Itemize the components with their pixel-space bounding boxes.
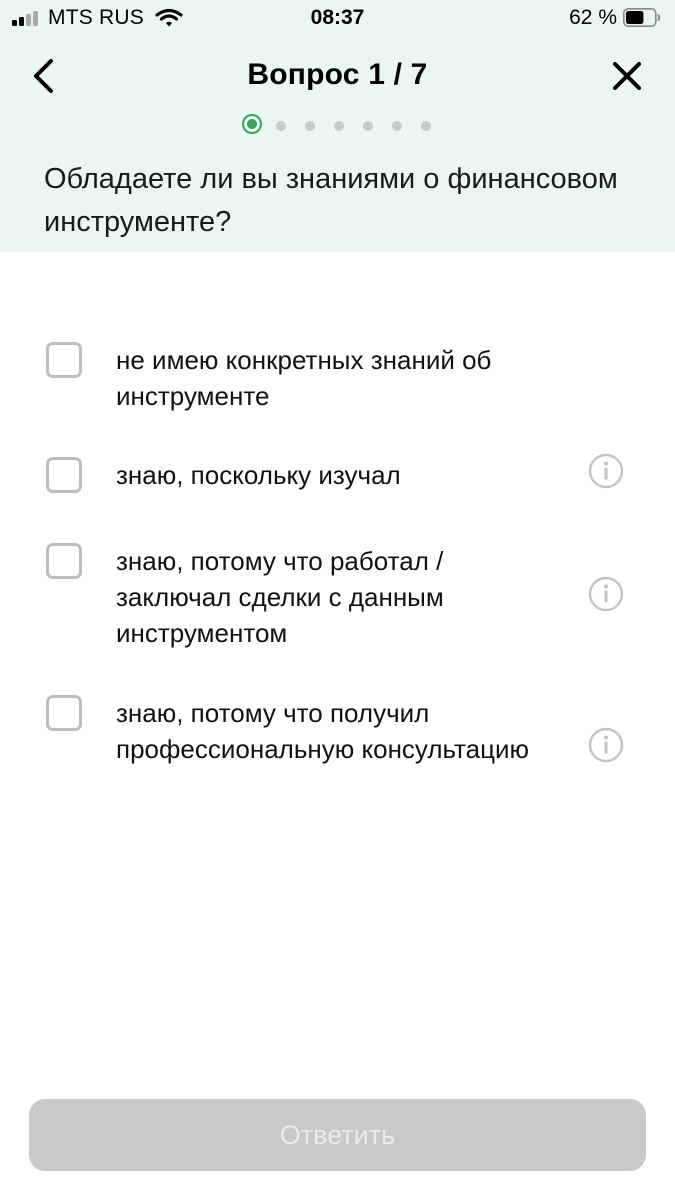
- progress-dot: [305, 121, 315, 131]
- info-icon[interactable]: [588, 576, 624, 612]
- option-label: знаю, потому что получил профессиональну…: [116, 698, 530, 764]
- close-icon[interactable]: [605, 54, 649, 98]
- status-bar: MTS RUS 08:37 62 %: [0, 0, 675, 38]
- progress-dot: [421, 121, 431, 131]
- info-icon[interactable]: [588, 727, 624, 763]
- page-title: Вопрос 1 / 7: [247, 58, 428, 91]
- submit-answer-button[interactable]: Ответить: [29, 1099, 646, 1171]
- progress-dot: [334, 121, 344, 131]
- info-icon[interactable]: [588, 453, 624, 489]
- option-label: знаю, потому что работал / заключал сдел…: [116, 546, 444, 648]
- question-text: Обладаете ли вы знаниями о финансовом ин…: [44, 163, 618, 238]
- progress-dot: [363, 121, 373, 131]
- option-label: не имею конкретных знаний об инструменте: [116, 345, 492, 411]
- option-checkbox[interactable]: [46, 695, 82, 731]
- progress-dot: [276, 121, 286, 131]
- option-checkbox[interactable]: [46, 457, 82, 493]
- option-checkbox[interactable]: [46, 342, 82, 378]
- progress-dot-active: [242, 114, 262, 134]
- battery-percent: 62 %: [569, 6, 617, 29]
- option-label: знаю, поскольку изучал: [116, 460, 401, 490]
- battery-icon: [623, 8, 661, 27]
- progress-dot: [392, 121, 402, 131]
- option-checkbox[interactable]: [46, 543, 82, 579]
